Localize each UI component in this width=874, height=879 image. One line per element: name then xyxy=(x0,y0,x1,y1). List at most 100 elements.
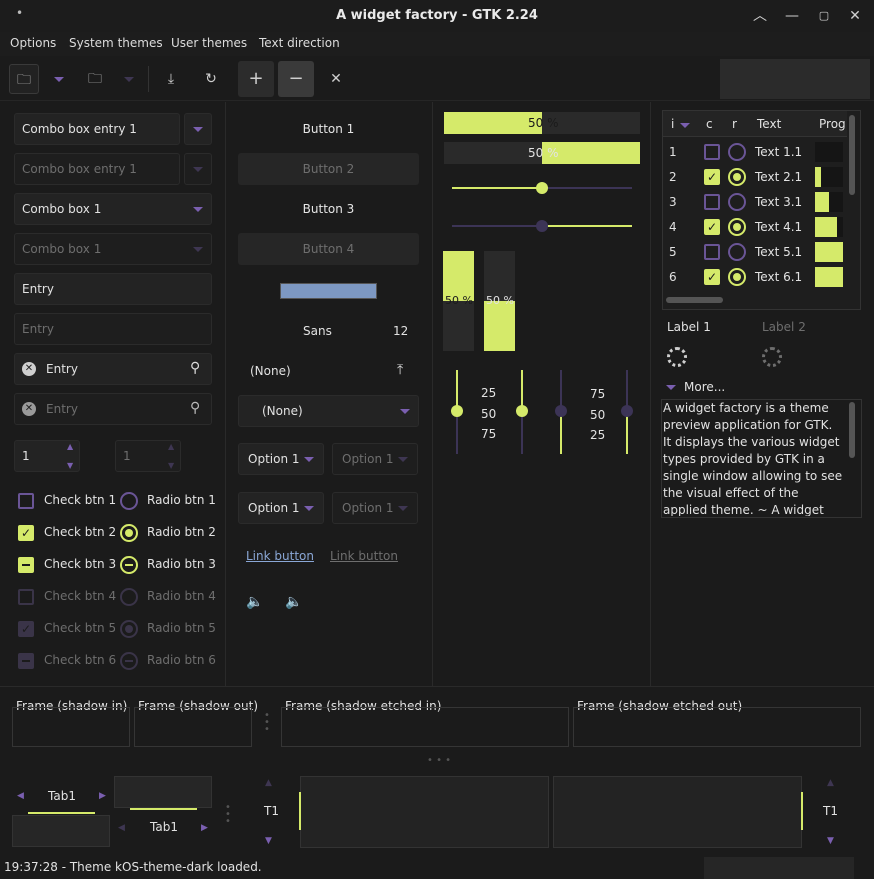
clear-icon[interactable]: ✕ xyxy=(321,64,351,94)
tree-check[interactable]: ✓ xyxy=(704,219,720,235)
combo-none-text: (None) xyxy=(262,404,303,418)
clear-entry-icon[interactable]: ✕ xyxy=(22,362,36,376)
tree-progress-fill xyxy=(815,192,829,212)
spin-down-icon[interactable]: ▼ xyxy=(67,461,73,470)
expander-icon[interactable] xyxy=(666,385,676,390)
radio-label: Radio btn 3 xyxy=(147,557,216,571)
tree-progress xyxy=(815,192,843,212)
tree-cell-text: Text 2.1 xyxy=(755,170,803,184)
maximize-icon[interactable]: ▢ xyxy=(814,6,834,26)
text-view[interactable]: A widget factory is a theme preview appl… xyxy=(663,400,844,516)
expander-label[interactable]: More... xyxy=(684,380,725,394)
radio-label: Radio btn 1 xyxy=(147,493,216,507)
radio-button-1[interactable] xyxy=(120,492,138,510)
minimize-icon[interactable]: — xyxy=(782,6,802,26)
menu-system-themes[interactable]: System themes xyxy=(69,36,163,50)
tree-scrollbar[interactable] xyxy=(847,113,857,293)
upload-icon[interactable]: ⤒ xyxy=(397,362,403,378)
check-label: Check btn 6 xyxy=(44,653,117,667)
tree-radio[interactable] xyxy=(728,193,746,211)
pane-handle[interactable]: • • • xyxy=(225,803,231,827)
refresh-icon[interactable]: ↻ xyxy=(196,64,226,94)
tree-check[interactable] xyxy=(704,144,720,160)
tree-progress xyxy=(815,142,843,162)
scale-handle[interactable] xyxy=(536,220,548,232)
pane-handle-h[interactable]: • • • xyxy=(427,755,451,766)
tree-radio[interactable] xyxy=(728,268,746,286)
menu-text-direction[interactable]: Text direction xyxy=(259,36,340,50)
font-size[interactable]: 12 xyxy=(393,324,408,338)
radio-button-5 xyxy=(120,620,138,638)
scale-handle[interactable] xyxy=(516,405,528,417)
link-button[interactable]: Link button xyxy=(246,549,314,563)
tab-label[interactable]: Tab1 xyxy=(150,820,178,834)
tree-radio[interactable] xyxy=(728,143,746,161)
search-icon: ⚲ xyxy=(190,400,201,416)
column-header-r[interactable]: r xyxy=(732,117,737,131)
tab-scroll-right-icon[interactable]: ▶ xyxy=(201,823,208,833)
tab-scroll-down-icon[interactable]: ▼ xyxy=(265,836,272,846)
column-header-prog[interactable]: Prog xyxy=(819,117,846,131)
tree-radio[interactable] xyxy=(728,243,746,261)
scale-handle[interactable] xyxy=(555,405,567,417)
check-button-2[interactable]: ✓ xyxy=(18,525,34,541)
radio-button-2[interactable] xyxy=(120,524,138,542)
tab-scroll-right-icon[interactable]: ▶ xyxy=(99,791,106,801)
search-icon[interactable]: ⚲ xyxy=(190,360,200,376)
tab-label[interactable]: T1 xyxy=(823,804,838,818)
search-entry-disabled xyxy=(14,393,212,425)
tree-radio[interactable] xyxy=(728,168,746,186)
spin-up-icon[interactable]: ▲ xyxy=(67,442,73,451)
text-view-scrollbar[interactable] xyxy=(849,402,855,458)
check-button-3[interactable] xyxy=(18,557,34,573)
add-button[interactable]: + xyxy=(238,61,274,97)
remove-button[interactable]: − xyxy=(278,61,314,97)
collapse-icon[interactable]: ︿ xyxy=(750,6,770,26)
tab-label[interactable]: Tab1 xyxy=(48,789,76,803)
spin-button-value: 1 xyxy=(22,449,30,463)
scale-handle[interactable] xyxy=(536,182,548,194)
font-name[interactable]: Sans xyxy=(303,324,332,338)
scale-fill xyxy=(452,187,542,189)
radio-button-3[interactable] xyxy=(120,556,138,574)
scale-handle[interactable] xyxy=(451,405,463,417)
folder-dropdown-icon[interactable] xyxy=(54,77,64,82)
column-header-i[interactable]: i xyxy=(671,117,674,131)
tab-scroll-down-icon[interactable]: ▼ xyxy=(827,836,834,846)
open-folder-icon[interactable]: 🗀 xyxy=(9,64,39,94)
pane-handle[interactable]: • • • xyxy=(264,711,270,735)
tree-radio[interactable] xyxy=(728,218,746,236)
folder-icon[interactable]: 🗀 xyxy=(80,64,110,94)
download-icon[interactable]: ⤓ xyxy=(156,64,186,94)
clear-entry-icon: ✕ xyxy=(22,402,36,416)
menu-options[interactable]: Options xyxy=(10,36,56,50)
tab-scroll-left-icon[interactable]: ◀ xyxy=(17,791,24,801)
toolbar-entry[interactable] xyxy=(720,59,870,99)
option-text: Option 1 xyxy=(248,452,300,466)
color-button[interactable] xyxy=(280,283,377,299)
search-entry[interactable] xyxy=(14,353,212,385)
tree-hscrollbar[interactable] xyxy=(666,297,723,303)
column-header-text[interactable]: Text xyxy=(757,117,781,131)
button-1[interactable]: Button 1 xyxy=(238,113,419,145)
tree-check[interactable]: ✓ xyxy=(704,269,720,285)
check-button-1[interactable] xyxy=(18,493,34,509)
column-header-c[interactable]: c xyxy=(706,117,713,131)
file-chooser-label[interactable]: (None) xyxy=(250,364,291,378)
tree-progress-fill xyxy=(815,167,821,187)
check-label: Check btn 1 xyxy=(44,493,117,507)
chevron-down-icon xyxy=(193,207,203,212)
tree-check[interactable] xyxy=(704,244,720,260)
menu-user-themes[interactable]: User themes xyxy=(171,36,247,50)
scale-fill xyxy=(560,412,562,454)
close-icon[interactable]: ✕ xyxy=(845,6,865,26)
scale-handle[interactable] xyxy=(621,405,633,417)
volume-icon[interactable]: 🔈 xyxy=(246,594,263,610)
tree-check[interactable] xyxy=(704,194,720,210)
tab-label[interactable]: T1 xyxy=(264,804,279,818)
button-3[interactable]: Button 3 xyxy=(238,193,419,225)
radio-button-4 xyxy=(120,588,138,606)
scrollbar-thumb[interactable] xyxy=(849,115,855,195)
tree-check[interactable]: ✓ xyxy=(704,169,720,185)
progress-label-1: 50 % xyxy=(528,116,559,130)
